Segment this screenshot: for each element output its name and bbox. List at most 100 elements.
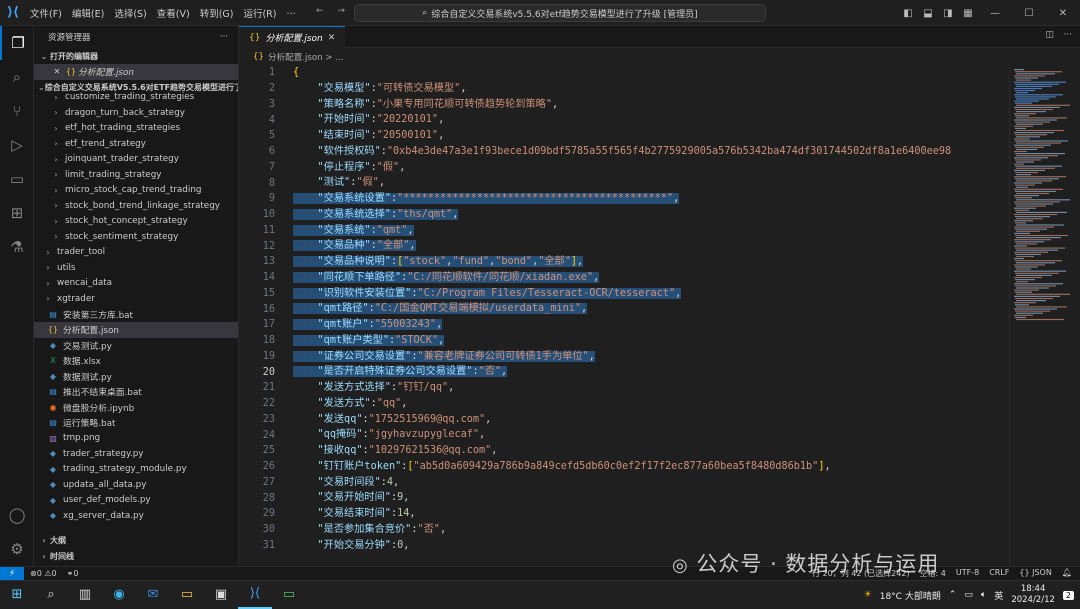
outline-section[interactable]: › 大纲 xyxy=(34,532,238,548)
tree-item[interactable]: ◆ 数据测试.py xyxy=(34,369,238,385)
code-line[interactable]: 13 ····"交易品种说明":["stock","fund","bond","全… xyxy=(239,254,1009,270)
input-language[interactable]: 英 xyxy=(994,589,1003,602)
code-line[interactable]: 25 "接收qq":"10297621536@qq.com", xyxy=(239,443,1009,459)
code-line[interactable]: 22 "发送方式":"qq", xyxy=(239,396,1009,412)
language-mode[interactable]: {} JSON xyxy=(1019,568,1051,579)
command-center-search[interactable]: ⌕ 综合自定义交易系统v5.5.6对etf趋势交易模型进行了升级 [管理员] xyxy=(354,4,766,22)
code-line[interactable]: 29 "交易结束时间":14, xyxy=(239,506,1009,522)
more-actions-icon[interactable]: ··· xyxy=(1063,30,1072,40)
code-line[interactable]: 2 "交易模型":"可转债交易模型", xyxy=(239,81,1009,97)
code-line[interactable]: 6 "软件授权码":"0xb4e3de47a3e1f93bece1d09bdf5… xyxy=(239,144,1009,160)
code-line[interactable]: 10 ····"交易系统选择":"ths/qmt", xyxy=(239,207,1009,223)
tree-item[interactable]: › etf_hot_trading_strategies xyxy=(34,121,238,137)
testing-icon[interactable]: ⚗ xyxy=(0,230,34,264)
clock[interactable]: 18:44 2024/2/12 xyxy=(1011,584,1055,606)
maximize-button[interactable]: ☐ xyxy=(1012,8,1046,19)
code-line[interactable]: 14 ····"同花顺下单路径":"C:/同花顺软件/同花顺/xiadan.exe… xyxy=(239,270,1009,286)
split-editor-icon[interactable]: ◫ xyxy=(1045,30,1054,40)
code-line[interactable]: 17 ····"qmt账户":"55003243", xyxy=(239,317,1009,333)
tree-item[interactable]: ◆ trading_strategy_module.py xyxy=(34,462,238,478)
menu-item[interactable]: 运行(R) xyxy=(243,6,276,20)
tree-item[interactable]: ▨ tmp.png xyxy=(34,431,238,447)
code-line[interactable]: 1{ xyxy=(239,65,1009,81)
manage-gear-icon[interactable]: ⚙ xyxy=(0,532,34,566)
code-line[interactable]: 8 "测试":"假", xyxy=(239,175,1009,191)
layout-icon[interactable]: ▦ xyxy=(958,8,978,19)
code-line[interactable]: 28 "交易开始时间":9, xyxy=(239,490,1009,506)
weather-text[interactable]: 18°C 大部晴朗 xyxy=(880,589,941,602)
tree-item[interactable]: ◆ updata_all_data.py xyxy=(34,477,238,493)
code-line[interactable]: 24 "qq掩码":"jgyhavzupyglecaf", xyxy=(239,427,1009,443)
code-line[interactable]: 11 ····"交易系统":"qmt", xyxy=(239,223,1009,239)
tree-item[interactable]: › etf_trend_strategy xyxy=(34,136,238,152)
menu-item[interactable]: ... xyxy=(286,6,295,20)
open-editor-item[interactable]: ✕ {} 分析配置.json xyxy=(34,64,238,80)
tree-item[interactable]: › utils xyxy=(34,260,238,276)
minimap[interactable] xyxy=(1009,65,1080,566)
code-line[interactable]: 4 "开始时间":"20220101", xyxy=(239,112,1009,128)
toggle-panel-icon[interactable]: ⬓ xyxy=(918,8,938,19)
explorer-more-icon[interactable]: ··· xyxy=(220,32,228,42)
menu-item[interactable]: 编辑(E) xyxy=(72,6,104,20)
menu-item[interactable]: 选择(S) xyxy=(114,6,146,20)
code-line[interactable]: 5 "结束时间":"20500101", xyxy=(239,128,1009,144)
tree-item[interactable]: › trader_tool xyxy=(34,245,238,261)
back-arrow-icon[interactable]: ← xyxy=(316,6,324,16)
toggle-sidebar-icon[interactable]: ◧ xyxy=(898,8,918,19)
ports-indicator[interactable]: ⚭0 xyxy=(67,569,79,578)
code-line[interactable]: 3 "策略名称":"小果专用同花顺可转债趋势轮到策略", xyxy=(239,97,1009,113)
windows-start-icon[interactable]: ⊞ xyxy=(0,581,34,609)
bell-icon[interactable]: 🔔︎ xyxy=(1062,568,1072,579)
tree-item[interactable]: › limit_trading_strategy xyxy=(34,167,238,183)
tree-item[interactable]: ▤ 推出不结束桌面.bat xyxy=(34,384,238,400)
explorer-icon[interactable]: ❐ xyxy=(0,26,34,60)
minimize-button[interactable]: — xyxy=(978,8,1012,19)
code-line[interactable]: 27 "交易时间段":4, xyxy=(239,475,1009,491)
close-icon[interactable]: ✕ xyxy=(50,67,64,76)
tree-item[interactable]: › stock_hot_concept_strategy xyxy=(34,214,238,230)
taskbar-search-icon[interactable]: ⌕ xyxy=(34,581,68,609)
remote-explorer-icon[interactable]: ▭ xyxy=(0,162,34,196)
tray-expand-icon[interactable]: ⌃ xyxy=(949,590,957,600)
code-line[interactable]: 26 "钉钉账户token":["ab5d0a609429a786b9a849c… xyxy=(239,459,1009,475)
code-line[interactable]: 9 ····"交易系统设置":"*************************… xyxy=(239,191,1009,207)
edge-browser-icon[interactable]: ◉ xyxy=(102,581,136,609)
breadcrumb-text[interactable]: 分析配置.json > ... xyxy=(268,51,344,63)
close-tab-icon[interactable]: ✕ xyxy=(328,33,336,43)
task-view-icon[interactable]: ▥ xyxy=(68,581,102,609)
run-debug-icon[interactable]: ▷ xyxy=(0,128,34,162)
search-view-icon[interactable]: ⌕ xyxy=(0,60,34,94)
tree-item[interactable]: X 数据.xlsx xyxy=(34,353,238,369)
forward-arrow-icon[interactable]: → xyxy=(338,6,346,16)
tree-item[interactable]: ▤ 运行策略.bat xyxy=(34,415,238,431)
code-line[interactable]: 15 ····"识别软件安装位置":"C:/Program Files/Tesse… xyxy=(239,286,1009,302)
source-control-icon[interactable]: ⑂ xyxy=(0,94,34,128)
tree-item[interactable]: {} 分析配置.json xyxy=(34,322,238,338)
store-icon[interactable]: ▣ xyxy=(204,581,238,609)
problems-indicator[interactable]: ⊗0 ⚠0 xyxy=(30,569,57,578)
tree-item[interactable]: › xgtrader xyxy=(34,291,238,307)
accounts-icon[interactable]: ◯ xyxy=(0,498,34,532)
tree-item[interactable]: ◆ 交易测试.py xyxy=(34,338,238,354)
file-explorer-icon[interactable]: ▭ xyxy=(170,581,204,609)
timeline-section[interactable]: › 时间线 xyxy=(34,548,238,564)
menu-item[interactable]: 转到(G) xyxy=(200,6,234,20)
code-line[interactable]: 21 "发送方式选择":"钉钉/qq", xyxy=(239,380,1009,396)
tree-item[interactable]: › joinquant_trader_strategy xyxy=(34,152,238,168)
tree-item[interactable]: ▤ 安装第三方库.bat xyxy=(34,307,238,323)
code-line[interactable]: 18 ····"qmt账户类型":"STOCK", xyxy=(239,333,1009,349)
terminal-taskbar-icon[interactable]: ▭ xyxy=(272,581,306,609)
code-line[interactable]: 30 "是否参加集合竞价":"否", xyxy=(239,522,1009,538)
menu-item[interactable]: 文件(F) xyxy=(30,6,62,20)
volume-icon[interactable]: 🔈︎ xyxy=(981,590,986,600)
tree-item[interactable]: ◆ trader_strategy.py xyxy=(34,446,238,462)
tree-item[interactable]: › dragon_turn_back_strategy xyxy=(34,105,238,121)
encoding[interactable]: UTF-8 xyxy=(956,568,979,579)
code-line[interactable]: 19 ····"证券公司交易设置":"兼容老牌证券公司可转债1手为单位", xyxy=(239,349,1009,365)
code-editor[interactable]: 1{2 "交易模型":"可转债交易模型", 3 "策略名称":"小果专用同花顺可转… xyxy=(239,65,1009,566)
vscode-taskbar-icon[interactable]: ⟩⟨ xyxy=(238,581,272,609)
tree-item[interactable]: › stock_bond_trend_linkage_strategy xyxy=(34,198,238,214)
code-line[interactable]: 12 ····"交易品种":"全部", xyxy=(239,238,1009,254)
remote-indicator-icon[interactable]: ⚡ xyxy=(0,566,24,581)
mail-icon[interactable]: ✉ xyxy=(136,581,170,609)
